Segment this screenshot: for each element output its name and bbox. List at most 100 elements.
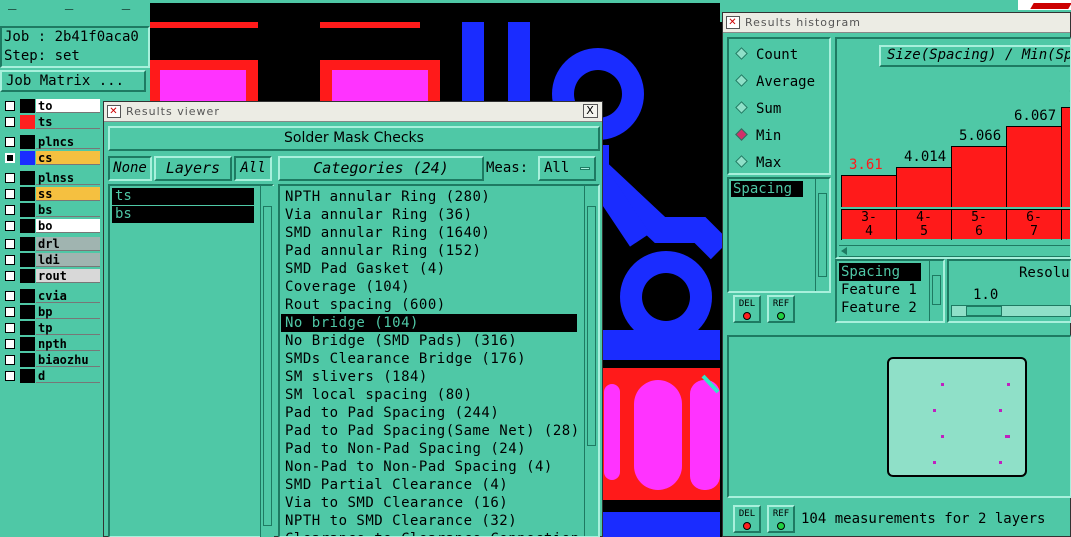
layer-color-swatch[interactable]: [20, 289, 35, 303]
stat-radio-max[interactable]: Max: [735, 155, 781, 175]
layer-name[interactable]: rout: [36, 269, 100, 283]
solder-mask-checks-button[interactable]: Solder Mask Checks: [108, 126, 600, 151]
radio-indicator-icon[interactable]: [735, 101, 748, 114]
layer-checkbox[interactable]: [5, 339, 15, 349]
layer-name[interactable]: ts: [36, 115, 100, 129]
preview-ref-button[interactable]: REF: [767, 505, 795, 533]
histogram-bar[interactable]: [841, 174, 896, 207]
layer-name[interactable]: tp: [36, 321, 100, 335]
attribute-list[interactable]: Spacing: [727, 177, 831, 293]
stat-radio-min[interactable]: Min: [735, 128, 781, 148]
chart-hscrollbar[interactable]: [839, 245, 1070, 257]
layer-name[interactable]: d: [36, 369, 100, 383]
category-item[interactable]: No bridge (104): [281, 314, 577, 332]
layer-checkbox[interactable]: [5, 117, 15, 127]
category-item[interactable]: Pad to Pad Spacing(Same Net) (28): [281, 422, 579, 440]
layer-row-cs[interactable]: cs: [0, 150, 100, 166]
all-button[interactable]: All: [234, 156, 272, 181]
layer-color-swatch[interactable]: [20, 321, 35, 335]
layer-color-swatch[interactable]: [20, 115, 35, 129]
category-item[interactable]: Pad annular Ring (152): [281, 242, 577, 260]
histogram-bar[interactable]: [1006, 125, 1061, 207]
layer-row-ss[interactable]: ss: [0, 186, 100, 202]
radio-indicator-icon[interactable]: [735, 128, 748, 141]
layer-row-tp[interactable]: tp: [0, 320, 100, 336]
layer-color-swatch[interactable]: [20, 203, 35, 217]
layer-checkbox[interactable]: [5, 307, 15, 317]
layer-name[interactable]: cvia: [36, 289, 100, 303]
layer-row-bp[interactable]: bp: [0, 304, 100, 320]
meas-dropdown[interactable]: All: [538, 156, 596, 181]
layer-row-ldi[interactable]: ldi: [0, 252, 100, 268]
histogram-bar[interactable]: [951, 145, 1006, 207]
feature-item[interactable]: Feature 1: [839, 281, 919, 299]
category-item[interactable]: SM slivers (184): [281, 368, 577, 386]
layer-row-plnss[interactable]: plnss: [0, 170, 100, 186]
layer-row-biaozhu[interactable]: biaozhu: [0, 352, 100, 368]
category-item[interactable]: No Bridge (SMD Pads) (316): [281, 332, 577, 350]
category-item[interactable]: Non-Pad to Non-Pad Spacing (4): [281, 458, 577, 476]
del-button[interactable]: DEL: [733, 295, 761, 323]
layer-color-swatch[interactable]: [20, 337, 35, 351]
stat-radio-average[interactable]: Average: [735, 74, 815, 94]
layer-checkbox[interactable]: [5, 291, 15, 301]
category-item[interactable]: SMD Pad Gasket (4): [281, 260, 577, 278]
layer-checkbox[interactable]: [5, 239, 15, 249]
radio-indicator-icon[interactable]: [735, 47, 748, 60]
layer-name[interactable]: plnss: [36, 171, 100, 185]
layer-color-swatch[interactable]: [20, 171, 35, 185]
radio-indicator-icon[interactable]: [735, 155, 748, 168]
layer-color-swatch[interactable]: [20, 269, 35, 283]
layer-checkbox[interactable]: [5, 271, 15, 281]
radio-indicator-icon[interactable]: [735, 74, 748, 87]
layer-name[interactable]: bp: [36, 305, 100, 319]
histogram-bar[interactable]: [896, 166, 951, 207]
result-layer-item[interactable]: bs: [112, 206, 254, 223]
result-layer-item[interactable]: ts: [112, 188, 254, 205]
results-viewer-titlebar[interactable]: ✕ Results viewer X: [104, 102, 602, 122]
layer-row-ts[interactable]: ts: [0, 114, 100, 130]
layer-name[interactable]: ldi: [36, 253, 100, 267]
layer-name[interactable]: drl: [36, 237, 100, 251]
resolution-slider[interactable]: [951, 305, 1071, 317]
layer-color-swatch[interactable]: [20, 135, 35, 149]
layer-checkbox[interactable]: [5, 101, 15, 111]
layer-checkbox[interactable]: [5, 153, 15, 163]
layer-row-to[interactable]: to: [0, 98, 100, 114]
category-item[interactable]: NPTH to SMD Clearance (32): [281, 512, 577, 530]
arrow-left-icon[interactable]: [841, 247, 847, 255]
layer-name[interactable]: to: [36, 99, 100, 113]
layer-name[interactable]: biaozhu: [36, 353, 100, 367]
categories-scrollbar[interactable]: [584, 186, 598, 536]
feature-item[interactable]: Feature 2: [839, 299, 919, 317]
category-item[interactable]: SM local spacing (80): [281, 386, 577, 404]
attribute-scrollbar[interactable]: [815, 179, 829, 291]
layer-checkbox[interactable]: [5, 323, 15, 333]
layer-name[interactable]: plncs: [36, 135, 100, 149]
layer-results-list[interactable]: ts bs: [108, 184, 274, 537]
layer-color-swatch[interactable]: [20, 369, 35, 383]
layer-row-d[interactable]: d: [0, 368, 100, 384]
layer-color-swatch[interactable]: [20, 253, 35, 267]
layer-color-swatch[interactable]: [20, 237, 35, 251]
layer-row-rout[interactable]: rout: [0, 268, 100, 284]
stat-radio-count[interactable]: Count: [735, 47, 798, 67]
feature-list[interactable]: Spacing Feature 1 Feature 2: [835, 259, 945, 323]
layer-checkbox[interactable]: [5, 255, 15, 265]
layer-checkbox[interactable]: [5, 137, 15, 147]
feature-item[interactable]: Spacing: [839, 263, 921, 281]
stat-radio-sum[interactable]: Sum: [735, 101, 781, 121]
category-item[interactable]: Clearance to Clearance Connection: [281, 530, 579, 536]
layer-name[interactable]: ss: [36, 187, 100, 201]
layer-row-npth[interactable]: npth: [0, 336, 100, 352]
job-matrix-button[interactable]: Job Matrix ...: [0, 70, 146, 92]
category-item[interactable]: Rout spacing (600): [281, 296, 577, 314]
category-item[interactable]: Via to SMD Clearance (16): [281, 494, 577, 512]
layer-checkbox[interactable]: [5, 371, 15, 381]
histogram-titlebar[interactable]: ✕ Results histogram: [723, 13, 1070, 33]
category-item[interactable]: NPTH annular Ring (280): [281, 188, 577, 206]
category-item[interactable]: SMD Partial Clearance (4): [281, 476, 577, 494]
close-button[interactable]: X: [583, 104, 598, 118]
layer-row-drl[interactable]: drl: [0, 236, 100, 252]
layer-color-swatch[interactable]: [20, 187, 35, 201]
